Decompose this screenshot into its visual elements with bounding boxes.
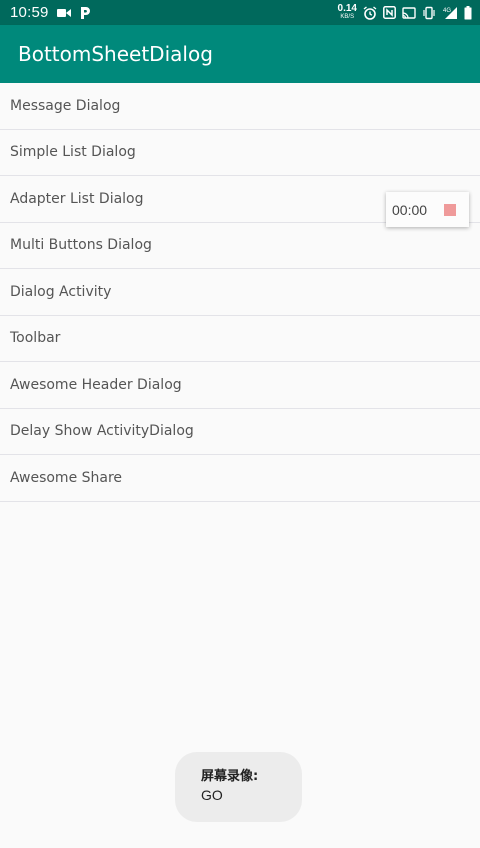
net-speed: 0.14 KB/S (337, 2, 357, 21)
menu-item-label: Delay Show ActivityDialog (10, 423, 194, 440)
recorder-widget[interactable]: 00:00 (386, 192, 469, 227)
menu-item-toolbar[interactable]: Toolbar (0, 315, 480, 362)
menu-item-label: Awesome Header Dialog (10, 376, 182, 393)
screen: 10:59 0.14 KB/S 4G BottomSheetDialog Mes… (0, 0, 480, 848)
status-right: 0.14 KB/S 4G (338, 0, 472, 25)
menu-item-multi-buttons-dialog[interactable]: Multi Buttons Dialog (0, 222, 480, 269)
menu-item-label: Dialog Activity (10, 283, 112, 300)
menu-item-label: Awesome Share (10, 469, 123, 486)
recorder-time: 00:00 (392, 201, 428, 218)
vibrate-icon (422, 5, 436, 21)
status-time: 10:59 (10, 4, 49, 21)
video-camera-icon (56, 5, 71, 21)
menu-item-delay-show-activitydialog[interactable]: Delay Show ActivityDialog (0, 408, 480, 455)
parking-app-icon (79, 5, 91, 21)
menu-item-label: Multi Buttons Dialog (10, 237, 152, 254)
menu-list: Message Dialog Simple List Dialog Adapte… (0, 83, 480, 502)
menu-item-message-dialog[interactable]: Message Dialog (0, 83, 480, 130)
cast-icon (402, 5, 416, 21)
stop-icon[interactable] (444, 203, 456, 216)
menu-item-label: Message Dialog (10, 97, 121, 114)
nfc-icon (383, 5, 396, 21)
toast: 屏幕录像: GO (175, 752, 302, 822)
menu-item-awesome-share[interactable]: Awesome Share (0, 455, 480, 502)
menu-item-simple-list-dialog[interactable]: Simple List Dialog (0, 129, 480, 176)
net-speed-value: 0.14 (337, 2, 357, 14)
status-left: 10:59 (0, 4, 91, 21)
menu-item-label: Adapter List Dialog (10, 190, 144, 207)
menu-item-label: Toolbar (10, 330, 61, 347)
toast-title: 屏幕录像: (201, 769, 259, 784)
app-bar: BottomSheetDialog (0, 25, 480, 83)
net-speed-unit: KB/S (340, 13, 355, 20)
svg-text:4G: 4G (443, 8, 451, 14)
battery-icon (464, 5, 472, 21)
menu-item-awesome-header-dialog[interactable]: Awesome Header Dialog (0, 362, 480, 409)
app-title: BottomSheetDialog (18, 42, 213, 66)
toast-message: GO (201, 787, 223, 803)
menu-item-label: Simple List Dialog (10, 144, 136, 161)
menu-item-dialog-activity[interactable]: Dialog Activity (0, 269, 480, 316)
signal-icon: 4G (442, 5, 458, 21)
status-bar: 10:59 0.14 KB/S 4G (0, 0, 480, 25)
alarm-icon (363, 5, 377, 21)
